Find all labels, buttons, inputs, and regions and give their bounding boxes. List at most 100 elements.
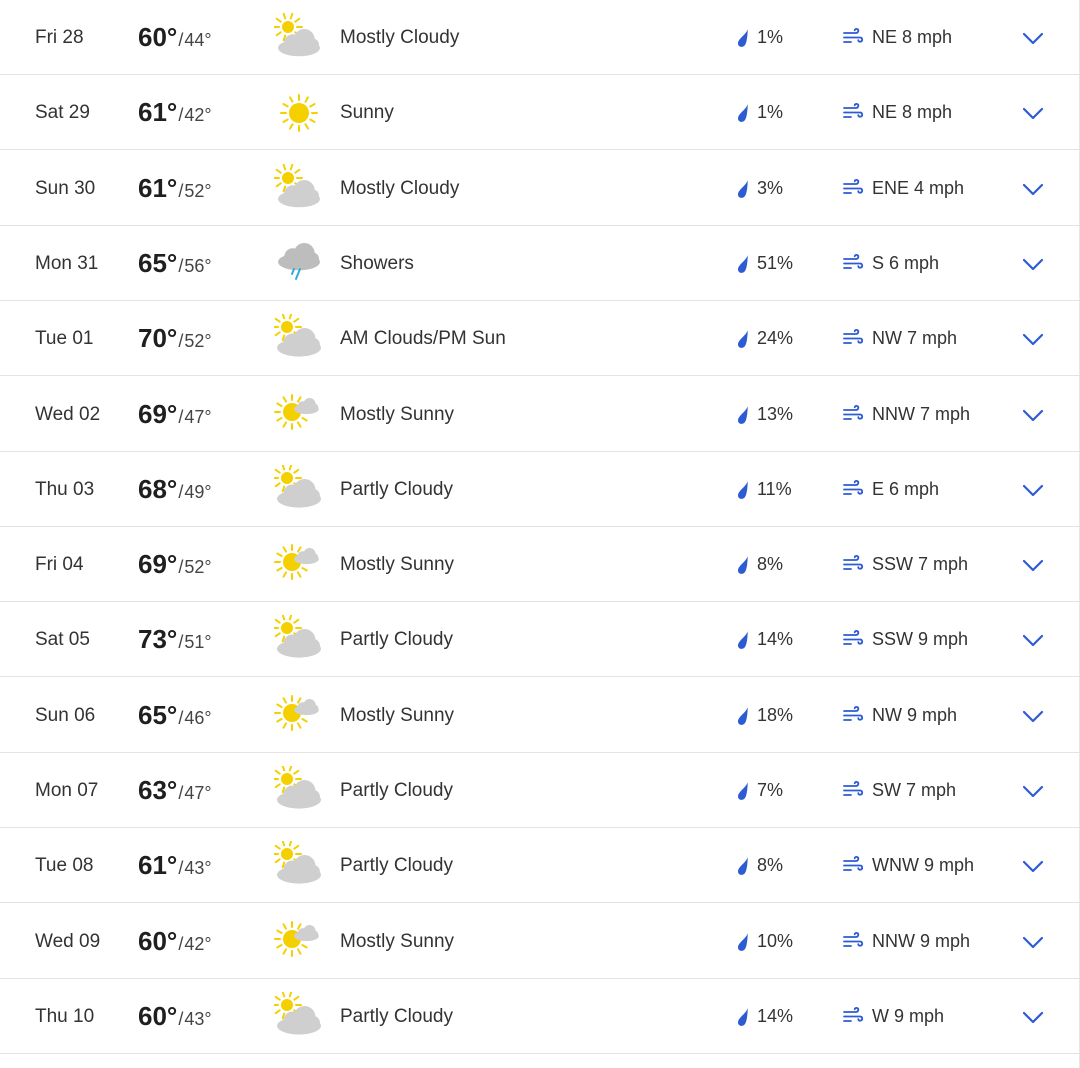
expand-chevron-button[interactable] <box>1018 854 1048 878</box>
forecast-day-row[interactable]: Mon 07 63°/47° Partly Cloudy 7% SW 7 mph <box>0 753 1080 828</box>
forecast-day-row[interactable]: Fri 28 60°/44° Mostly Cloudy 1% NE 8 mph <box>0 0 1080 75</box>
high-temperature: 65° <box>138 699 178 730</box>
condition-text: Sunny <box>340 102 394 124</box>
raindrop-icon <box>736 932 750 952</box>
low-temperature: 51° <box>184 632 212 653</box>
high-temperature: 68° <box>138 473 178 504</box>
condition-text: Mostly Sunny <box>340 554 455 576</box>
wind-icon <box>842 178 864 198</box>
precipitation-chance: 14% <box>757 629 794 650</box>
condition-text: Partly Cloudy <box>340 1005 453 1027</box>
condition-text: Partly Cloudy <box>340 855 453 877</box>
expand-chevron-button[interactable] <box>1018 553 1048 577</box>
wind-speed: NE 8 mph <box>872 27 953 47</box>
expand-chevron-button[interactable] <box>1018 930 1048 954</box>
temperature-separator: / <box>178 1008 184 1029</box>
raindrop-icon <box>736 103 750 123</box>
day-label: Thu 03 <box>35 478 95 500</box>
day-label: Tue 08 <box>35 855 94 877</box>
low-temperature: 42° <box>184 105 212 126</box>
high-temperature: 60° <box>138 22 178 52</box>
high-temperature: 63° <box>138 775 178 805</box>
day-label: Sun 30 <box>35 177 96 199</box>
expand-chevron-button[interactable] <box>1018 26 1048 50</box>
condition-text: Mostly Cloudy <box>340 177 460 199</box>
condition-text: Partly Cloudy <box>340 780 453 801</box>
sunny-icon <box>280 94 318 133</box>
high-temperature: 69° <box>138 398 178 429</box>
temperature-range: 69°/52° <box>138 527 212 602</box>
day-label: Mon 31 <box>35 252 99 274</box>
condition-icon <box>274 88 324 138</box>
wind-icon <box>842 1006 864 1026</box>
chevron-down-icon <box>1022 936 1044 948</box>
chevron-down-icon <box>1022 785 1044 798</box>
mostly-sunny-icon <box>274 544 319 581</box>
forecast-day-row[interactable]: Thu 10 60°/43° Partly Cloudy 14% W 9 mph <box>0 979 1080 1054</box>
chevron-down-icon <box>1022 108 1044 120</box>
forecast-day-row[interactable]: Thu 03 68°/49° Partly Cloudy 11% E 6 mph <box>0 452 1080 527</box>
day-label: Wed 09 <box>35 930 101 952</box>
precipitation-chance: 3% <box>757 177 784 198</box>
expand-chevron-button[interactable] <box>1018 1005 1048 1029</box>
forecast-day-row[interactable]: Fri 04 69°/52° Mostly Sunny 8% SSW 7 mph <box>0 527 1080 603</box>
mostly-sunny-icon <box>274 393 319 430</box>
precipitation-chance: 11% <box>757 478 792 499</box>
temperature-separator: / <box>178 30 184 50</box>
expand-chevron-button[interactable] <box>1018 403 1048 427</box>
temperature-range: 69°/47° <box>138 377 212 452</box>
forecast-day-row[interactable]: Tue 01 70°/52° AM Clouds/PM Sun 24% NW 7… <box>0 301 1080 377</box>
forecast-day-row[interactable]: Sun 30 61°/52° Mostly Cloudy 3% ENE 4 mp… <box>0 151 1080 226</box>
condition-text: Mostly Sunny <box>340 403 455 425</box>
forecast-day-row[interactable]: Mon 31 65°/56° Showers 51% S 6 mph <box>0 226 1080 301</box>
wind-icon <box>842 328 864 348</box>
low-temperature: 42° <box>184 933 212 954</box>
wind-icon <box>842 27 864 47</box>
temperature-range: 63°/47° <box>138 753 212 828</box>
raindrop-icon <box>736 856 750 876</box>
chevron-down-icon <box>1022 635 1044 647</box>
forecast-day-row[interactable]: Tue 08 61°/43° Partly Cloudy 8% WNW 9 mp… <box>0 828 1080 904</box>
temperature-range: 60°/43° <box>138 979 212 1054</box>
day-label: Mon 07 <box>35 780 99 801</box>
condition-icon <box>274 314 324 364</box>
raindrop-icon <box>736 179 750 199</box>
expand-chevron-button[interactable] <box>1018 177 1048 201</box>
forecast-day-row[interactable]: Sun 06 65°/46° Mostly Sunny 18% NW 9 mph <box>0 678 1080 753</box>
condition-icon <box>274 540 324 590</box>
wind-icon <box>842 855 864 875</box>
expand-chevron-button[interactable] <box>1018 101 1048 125</box>
expand-chevron-button[interactable] <box>1018 252 1048 276</box>
precipitation-chance: 8% <box>757 855 784 876</box>
temperature-separator: / <box>178 331 184 352</box>
temperature-separator: / <box>178 858 184 879</box>
chevron-down-icon <box>1022 710 1044 722</box>
wind-icon <box>842 102 864 122</box>
chevron-down-icon <box>1022 183 1044 195</box>
raindrop-icon <box>736 781 750 801</box>
forecast-day-row[interactable]: Sat 05 73°/51° Partly Cloudy 14% SSW 9 m… <box>0 602 1080 678</box>
chevron-down-icon <box>1022 258 1044 270</box>
expand-chevron-button[interactable] <box>1018 779 1048 803</box>
temperature-range: 61°/52° <box>138 151 212 226</box>
high-temperature: 61° <box>138 850 178 881</box>
day-label: Sun 06 <box>35 704 96 726</box>
expand-chevron-button[interactable] <box>1018 327 1048 351</box>
condition-text: Showers <box>340 252 414 274</box>
chevron-down-icon <box>1022 32 1044 45</box>
partly-cloudy-icon <box>274 841 321 884</box>
expand-chevron-button[interactable] <box>1018 704 1048 728</box>
forecast-day-row[interactable]: Sat 29 61°/42° Sunny 1% NE 8 mph <box>0 75 1080 151</box>
forecast-day-row[interactable]: Wed 09 60°/42° Mostly Sunny 10% NNW 9 mp… <box>0 904 1080 979</box>
wind-speed: E 6 mph <box>872 478 940 499</box>
forecast-day-row[interactable]: Wed 02 69°/47° Mostly Sunny 13% NNW 7 mp… <box>0 377 1080 452</box>
condition-icon <box>274 390 324 440</box>
wind-speed: SW 7 mph <box>872 780 957 800</box>
expand-chevron-button[interactable] <box>1018 478 1048 502</box>
expand-chevron-button[interactable] <box>1018 628 1048 652</box>
chevron-down-icon <box>1022 559 1044 572</box>
high-temperature: 60° <box>138 925 178 956</box>
wind-icon <box>842 404 864 424</box>
raindrop-icon <box>736 329 750 349</box>
low-temperature: 49° <box>184 481 212 502</box>
